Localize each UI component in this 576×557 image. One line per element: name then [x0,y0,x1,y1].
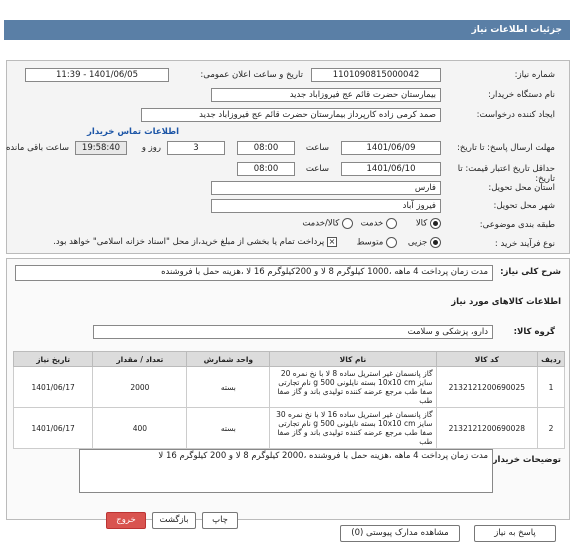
deadline-time-label: ساعت [305,143,329,153]
cell-code: 2132121200690028 [435,407,539,449]
reply-button[interactable]: پاسخ به نیاز [474,525,556,542]
cell-qty: 2000 [92,366,188,408]
buyer-notes-label: توضیحات خریدار: [489,455,561,465]
goods-group-field: دارو، پزشکی و سلامت [93,325,493,339]
remaining-label: ساعت باقی مانده [5,143,69,153]
buyer-label: نام دستگاه خریدار: [488,90,555,100]
city-field: فیروز آباد [211,199,441,213]
city-label: شهر محل تحویل: [493,201,555,211]
treasury-payment-checkbox[interactable]: × پرداخت تمام یا بخشی از مبلغ خرید،از مح… [53,237,337,248]
col-name: نام کالا [269,351,437,367]
buyer-field: بیمارستان حضرت قائم عج فیروزاباد جدید [211,88,441,102]
creator-label: ایجاد کننده درخواست: [476,110,555,120]
category-label: طبقه بندی موضوعی: [479,220,555,230]
radio-icon [386,218,397,229]
province-label: استان محل تحویل: [488,183,555,193]
category-option-goods[interactable]: کالا [416,218,441,229]
buyer-notes-field: مدت زمان پرداخت 4 ماهه ،هزینه حمل با فرو… [79,449,493,493]
validity-date-field: 1401/06/10 [341,162,441,176]
validity-label: حداقل تاریخ اعتبار قیمت: تا تاریخ: [457,164,555,184]
need-number-field: 1101090815000042 [311,68,441,82]
goods-group-label: گروه کالا: [513,327,555,337]
creator-field: صمد کرمی زاده کارپرداز بیمارستان حضرت قا… [141,108,441,122]
col-date: تاریخ نیاز [12,351,94,367]
deadline-date-field: 1401/06/09 [341,141,441,155]
col-qty: تعداد / مقدار [92,351,188,367]
print-button[interactable]: چاپ [202,512,238,529]
validity-time-label: ساعت [305,164,329,174]
radio-icon [386,237,397,248]
buyer-contact-link[interactable]: اطلاعات تماس خریدار [87,127,179,137]
col-row: ردیف [537,351,565,367]
category-option-service[interactable]: خدمت [361,218,397,229]
table-row: 2 2132121200690028 گاز پانسمان غیر استری… [12,407,565,449]
page-title: جزئیات اطلاعات نیاز [471,25,562,35]
exit-button[interactable]: خروج [106,512,146,529]
need-number-label: شماره نیاز: [514,70,555,80]
goods-panel: شرح کلی نیاز: مدت زمان پرداخت 4 ماهه ،10… [6,258,570,520]
announce-field: 1401/06/05 - 11:39 [25,68,169,82]
cell-date: 1401/06/17 [12,407,94,449]
province-field: فارس [211,181,441,195]
process-option-medium[interactable]: متوسط [357,237,397,248]
cell-row: 2 [537,407,565,449]
cell-unit: بسته [186,407,271,449]
category-option-goods-service[interactable]: کالا/خدمت [302,218,353,229]
need-info-panel: شماره نیاز: 1101090815000042 تاریخ و ساع… [6,60,570,254]
remaining-time-field: 19:58:40 [75,141,127,155]
description-label: شرح کلی نیاز: [500,267,561,277]
radio-icon [342,218,353,229]
cell-date: 1401/06/17 [12,366,94,408]
col-unit: واحد شمارش [186,351,271,367]
deadline-label: مهلت ارسال پاسخ: تا تاریخ: [457,143,555,153]
cell-name: گاز پانسمان غیر استریل ساده 16 لا با نخ … [269,407,437,449]
deadline-time-field: 08:00 [237,141,295,155]
col-code: کد کالا [435,351,539,367]
cell-name: گاز پانسمان غیر استریل ساده 8 لا با نخ ن… [269,366,437,408]
cell-code: 2132121200690025 [435,366,539,408]
process-option-minor[interactable]: جزیی [408,237,441,248]
radio-icon [430,237,441,248]
cell-qty: 400 [92,407,188,449]
process-label: نوع فرآیند خرید : [494,239,555,249]
cell-unit: بسته [186,366,271,408]
page-title-bar: جزئیات اطلاعات نیاز [4,20,570,40]
announce-label: تاریخ و ساعت اعلان عمومی: [200,70,303,80]
description-field: مدت زمان پرداخت 4 ماهه ،1000 کیلوگرم 8 ل… [15,265,493,281]
cell-row: 1 [537,366,565,408]
back-button[interactable]: بازگشت [152,512,196,529]
goods-table: ردیف کد کالا نام کالا واحد شمارش تعداد /… [12,351,565,449]
validity-time-field: 08:00 [237,162,295,176]
view-attachments-button[interactable]: مشاهده مدارک پیوستی (0) [340,525,460,542]
goods-section-title: اطلاعات کالاهای مورد نیاز [451,297,561,307]
checkbox-icon: × [327,237,337,247]
table-row: 1 2132121200690025 گاز پانسمان غیر استری… [12,366,565,408]
radio-icon [430,218,441,229]
days-field: 3 [167,141,225,155]
days-label: روز و [141,143,161,153]
